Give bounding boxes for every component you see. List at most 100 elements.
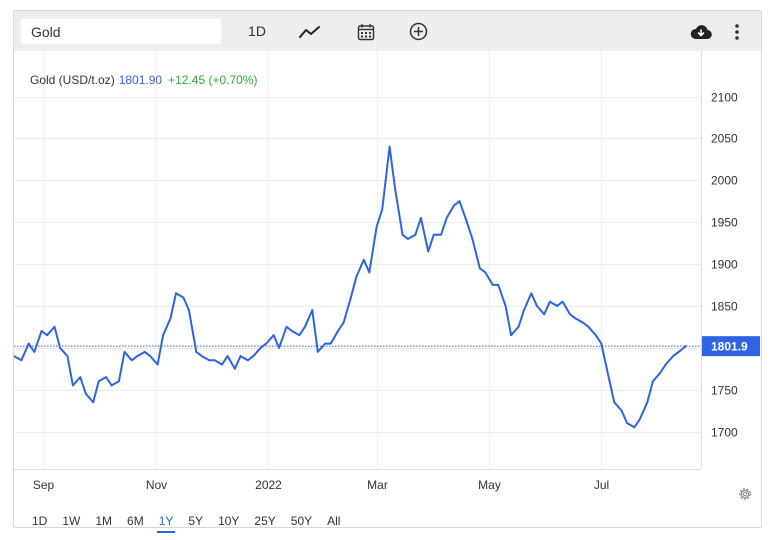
price-point [510, 334, 512, 337]
x-tick-label: Sep [33, 478, 55, 492]
price-point [136, 355, 139, 357]
price-point [27, 342, 30, 345]
price-point [587, 325, 590, 328]
price-point [355, 275, 358, 278]
range-button-50y[interactable]: 50Y [289, 511, 314, 533]
price-point [685, 345, 687, 347]
price-point [677, 351, 680, 353]
range-button-25y[interactable]: 25Y [252, 511, 277, 533]
current-price-tag-label: 1801.9 [711, 340, 748, 354]
price-point [466, 221, 468, 224]
price-point [368, 271, 371, 274]
price-point [169, 317, 172, 320]
range-button-1m[interactable]: 1M [93, 511, 114, 533]
price-point [20, 359, 23, 362]
y-tick-label: 2000 [711, 174, 738, 188]
price-point [607, 376, 610, 378]
price-point [652, 380, 654, 383]
range-button-1w[interactable]: 1W [60, 511, 82, 533]
price-point [213, 359, 216, 362]
price-point [59, 346, 61, 349]
price-point [285, 325, 288, 328]
price-point [548, 300, 551, 303]
price-point [337, 330, 339, 332]
price-point [432, 233, 435, 236]
price-point [350, 296, 352, 299]
price-point [291, 330, 293, 332]
price-point [478, 267, 481, 270]
price-point [646, 401, 649, 404]
price-point [639, 418, 641, 420]
price-point [556, 305, 558, 307]
price-point [453, 204, 455, 207]
price-point [149, 355, 152, 357]
range-button-1y[interactable]: 1Y [156, 511, 176, 533]
price-point [40, 330, 43, 332]
price-point [420, 217, 422, 219]
y-tick-label: 2050 [711, 132, 738, 146]
price-point [626, 422, 628, 424]
price-point [458, 200, 461, 203]
price-point [105, 376, 107, 378]
price-point [561, 300, 564, 303]
chart-widget: 1D [13, 10, 762, 533]
price-point [445, 217, 448, 219]
price-point [272, 334, 275, 337]
price-point [491, 284, 494, 286]
price-point [33, 351, 36, 353]
price-point [311, 309, 314, 311]
price-point [156, 363, 159, 366]
price-point [66, 355, 69, 357]
range-button-1d[interactable]: 1D [30, 511, 49, 533]
price-point [226, 355, 229, 357]
price-point [427, 250, 430, 253]
price-chart: 170017501800185019001950200020502100 Sep… [14, 51, 760, 492]
price-point [265, 342, 268, 345]
price-point [278, 346, 280, 349]
price-point [188, 309, 190, 311]
price-point [362, 258, 365, 261]
price-point [517, 325, 520, 328]
x-tick-label: 2022 [255, 478, 282, 492]
price-point [381, 208, 384, 211]
price-point [234, 367, 236, 370]
price-point [239, 355, 242, 357]
price-point [672, 355, 674, 357]
price-point [414, 233, 417, 236]
range-button-all[interactable]: All [325, 511, 342, 533]
instrument-name: Gold (USD/t.oz) [30, 73, 115, 87]
y-tick-label: 1950 [711, 216, 738, 230]
y-tick-label: 1850 [711, 300, 738, 314]
price-point [536, 305, 538, 307]
x-tick-label: Jul [594, 478, 609, 492]
price-point [143, 351, 146, 353]
price-point [200, 355, 203, 357]
chart-settings-button[interactable] [736, 485, 754, 503]
price-series-line [14, 145, 687, 429]
price-point [316, 351, 319, 353]
price-point [620, 409, 623, 412]
x-tick-label: May [478, 478, 501, 492]
price-point [394, 187, 396, 190]
price-point [388, 145, 391, 148]
price-point [110, 384, 113, 387]
price-point [504, 305, 507, 307]
price-point [130, 359, 133, 362]
range-button-5y[interactable]: 5Y [186, 511, 205, 533]
price-point [574, 317, 577, 320]
price-point [118, 380, 120, 383]
settings-gear-icon [739, 488, 751, 500]
y-tick-label: 1700 [711, 426, 738, 440]
range-button-10y[interactable]: 10Y [216, 511, 241, 533]
price-point [471, 238, 474, 240]
price-point [401, 233, 404, 236]
price-point [440, 233, 442, 236]
range-selector: 1D 1W 1M 6M 1Y 5Y 10Y 25Y 50Y All [30, 511, 353, 533]
price-point [53, 325, 56, 328]
price-point [594, 334, 597, 337]
price-point [195, 351, 198, 353]
price-point [329, 342, 332, 345]
price-point [582, 321, 584, 324]
chart-legend: Gold (USD/t.oz) 1801.90 +12.45 (+0.70%) [30, 73, 257, 87]
range-button-6m[interactable]: 6M [125, 511, 146, 533]
